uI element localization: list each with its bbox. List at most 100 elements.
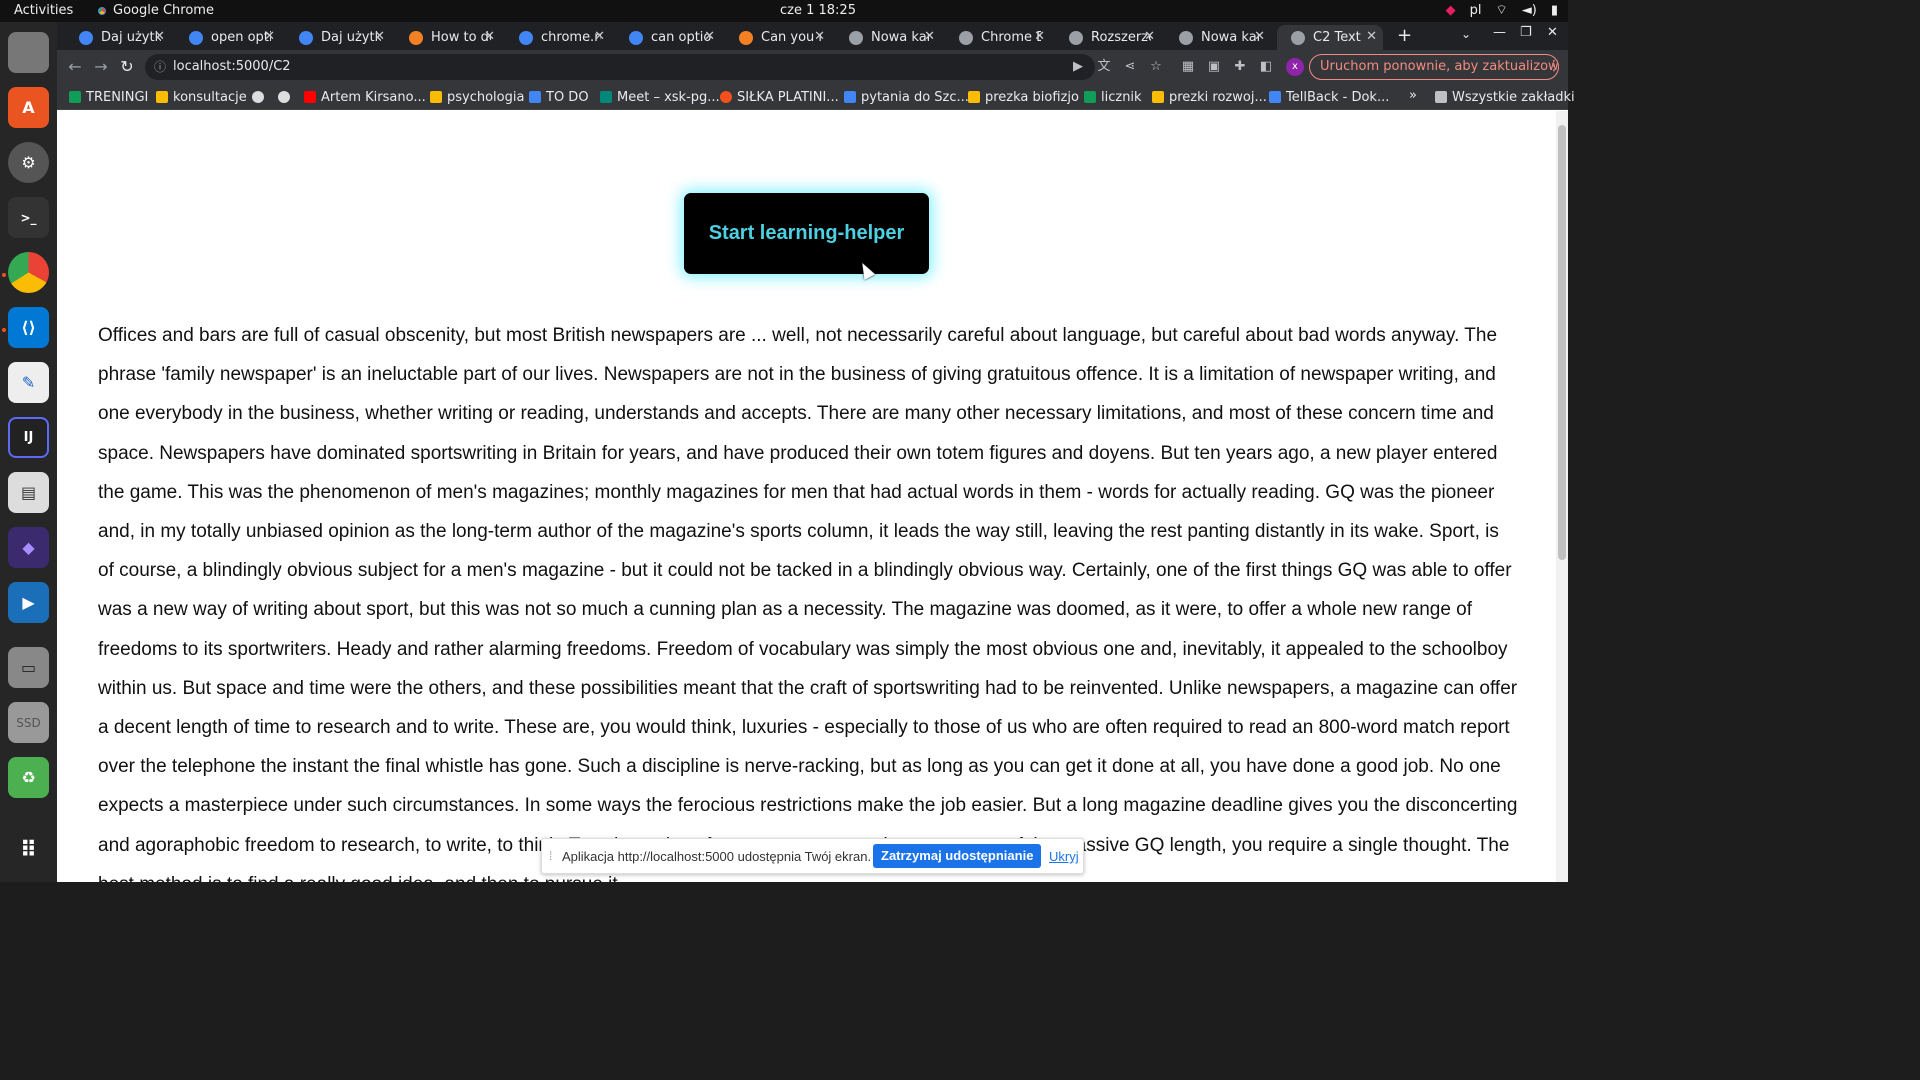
- tab-favicon-icon: [1179, 30, 1193, 45]
- text-editor-icon[interactable]: ✎: [8, 362, 49, 403]
- bookmark-item[interactable]: konsultacje: [156, 88, 247, 106]
- browser-tab[interactable]: How to do ✕: [395, 25, 501, 50]
- side-panel-icon[interactable]: ◧: [1257, 58, 1275, 76]
- close-tab-icon[interactable]: ✕: [1034, 29, 1045, 44]
- globe-icon: [252, 91, 264, 103]
- close-tab-icon[interactable]: ✕: [594, 29, 605, 44]
- globe-icon: [278, 91, 290, 103]
- settings-icon[interactable]: ⚙: [8, 142, 49, 183]
- close-tab-icon[interactable]: ✕: [814, 29, 825, 44]
- wifi-icon: ⌔: [1495, 3, 1508, 18]
- running-indicator: [2, 328, 6, 332]
- close-tab-icon[interactable]: ✕: [924, 29, 935, 44]
- stop-sharing-button[interactable]: Zatrzymaj udostępnianie: [873, 844, 1042, 868]
- browser-tab[interactable]: Rozszerze ✕: [1055, 25, 1161, 50]
- bookmark-item[interactable]: psychologia: [430, 88, 524, 106]
- keyboard-language[interactable]: pl: [1470, 3, 1482, 18]
- update-button[interactable]: Uruchom ponownie, aby zaktualizować: [1309, 54, 1559, 80]
- clock[interactable]: cze 1 18:25: [780, 3, 856, 18]
- close-tab-icon[interactable]: ✕: [1144, 29, 1155, 44]
- bookmark-item[interactable]: Artem Kirsano...: [304, 88, 426, 106]
- drive-icon[interactable]: ▭: [8, 647, 49, 688]
- chrome-icon[interactable]: [8, 252, 49, 293]
- system-tray[interactable]: ◆ pl ⌔ ◄) ▮: [1446, 2, 1558, 19]
- obsidian-icon[interactable]: ◆: [8, 527, 49, 568]
- app-menu[interactable]: Google Chrome: [96, 3, 214, 18]
- bookmarks-overflow-icon[interactable]: »: [1409, 88, 1417, 103]
- bookmark-item[interactable]: pytania do Szc...: [844, 88, 969, 106]
- intellij-icon[interactable]: IJ: [8, 417, 49, 458]
- minimize-icon[interactable]: —: [1493, 25, 1506, 40]
- browser-tab-active[interactable]: C2 Text ✕: [1277, 25, 1383, 50]
- reader-icon[interactable]: ▤: [8, 472, 49, 513]
- vscode-icon[interactable]: ⟨⟩: [8, 307, 49, 348]
- close-tab-icon[interactable]: ✕: [1366, 29, 1377, 44]
- browser-tab[interactable]: can optior ✕: [615, 25, 721, 50]
- site-info-icon[interactable]: ⓘ: [154, 54, 166, 80]
- close-tab-icon[interactable]: ✕: [264, 29, 275, 44]
- drag-handle-icon[interactable]: ⁞: [549, 849, 552, 863]
- address-bar[interactable]: ⓘ localhost:5000/C2: [145, 54, 1095, 80]
- browser-tab[interactable]: Nowa kart ✕: [1165, 25, 1271, 50]
- activities-button[interactable]: Activities: [14, 3, 73, 18]
- browser-tab[interactable]: Chrome El✕: [945, 25, 1051, 50]
- files-icon[interactable]: [8, 32, 49, 73]
- maximize-icon[interactable]: ❐: [1520, 25, 1532, 40]
- close-window-icon[interactable]: ✕: [1547, 25, 1558, 40]
- bookmark-item[interactable]: [252, 88, 264, 106]
- forward-icon[interactable]: →: [90, 56, 112, 78]
- bookmark-item[interactable]: Meet – xsk-pg...: [600, 88, 720, 106]
- share-icon[interactable]: ⋖: [1121, 58, 1139, 76]
- bookmark-item[interactable]: SIŁKA PLATINI...: [720, 88, 839, 106]
- bookmark-item[interactable]: TellBack - Dok...: [1269, 88, 1389, 106]
- hide-link[interactable]: Ukryj: [1049, 849, 1079, 864]
- remote-desktop-icon[interactable]: ▶: [8, 582, 49, 623]
- tab-favicon-icon: [739, 30, 753, 45]
- app-grid-icon[interactable]: ⠿: [8, 830, 49, 871]
- camera-icon[interactable]: ▶: [1069, 58, 1087, 76]
- bookmark-item[interactable]: TRENINGI: [69, 88, 148, 106]
- share-notice-text: Aplikacja http://localhost:5000 udostępn…: [562, 849, 872, 864]
- browser-tab[interactable]: Can you re✕: [725, 25, 831, 50]
- scrollbar-thumb[interactable]: [1558, 125, 1566, 560]
- browser-tab[interactable]: chrome.ru✕: [505, 25, 611, 50]
- app-center-icon[interactable]: A: [8, 87, 49, 128]
- profile-avatar[interactable]: x: [1286, 58, 1304, 76]
- extensions-puzzle-icon[interactable]: ✚: [1231, 58, 1249, 76]
- close-tab-icon[interactable]: ✕: [484, 29, 495, 44]
- new-tab-button[interactable]: +: [1397, 25, 1412, 46]
- close-tab-icon[interactable]: ✕: [154, 29, 165, 44]
- ssd-icon[interactable]: SSD: [8, 702, 49, 743]
- extension-icon[interactable]: ▦: [1179, 58, 1197, 76]
- tab-favicon-icon: [849, 30, 863, 45]
- browser-tab[interactable]: Nowa kart ✕: [835, 25, 941, 50]
- tab-strip: Daj użytko✕ open optic✕ Daj użytko✕ How …: [57, 22, 1568, 50]
- tab-favicon-icon: [79, 30, 93, 45]
- bookmark-item[interactable]: [278, 88, 290, 106]
- bookmark-item[interactable]: prezki rozwoj...: [1152, 88, 1267, 106]
- browser-tab[interactable]: Daj użytko✕: [65, 25, 171, 50]
- close-tab-icon[interactable]: ✕: [704, 29, 715, 44]
- all-bookmarks-folder[interactable]: Wszystkie zakładki: [1435, 88, 1575, 106]
- bookmark-item[interactable]: licznik: [1084, 88, 1142, 106]
- close-tab-icon[interactable]: ✕: [1254, 29, 1265, 44]
- docs-icon: [1269, 91, 1281, 103]
- bookmark-item[interactable]: prezka biofizjo: [968, 88, 1079, 106]
- drive-icon: [430, 91, 442, 103]
- tab-search-icon[interactable]: ⌄: [1461, 27, 1471, 41]
- trash-icon[interactable]: ♻: [8, 757, 49, 798]
- back-icon[interactable]: ←: [64, 56, 86, 78]
- close-tab-icon[interactable]: ✕: [374, 29, 385, 44]
- browser-tab[interactable]: Daj użytko✕: [285, 25, 391, 50]
- reload-icon[interactable]: ↻: [116, 56, 138, 78]
- bookmark-item[interactable]: TO DO: [529, 88, 589, 106]
- translate-icon[interactable]: 文: [1095, 58, 1113, 76]
- menu-icon[interactable]: ⋮: [1547, 58, 1561, 74]
- page-scrollbar[interactable]: [1556, 111, 1568, 882]
- terminal-icon[interactable]: >_: [8, 197, 49, 238]
- bookmark-star-icon[interactable]: ☆: [1147, 58, 1165, 76]
- browser-tab[interactable]: open optic✕: [175, 25, 281, 50]
- drive-icon: [1152, 91, 1164, 103]
- start-learning-helper-button[interactable]: Start learning-helper: [684, 193, 929, 274]
- extension-icon[interactable]: ▣: [1205, 58, 1223, 76]
